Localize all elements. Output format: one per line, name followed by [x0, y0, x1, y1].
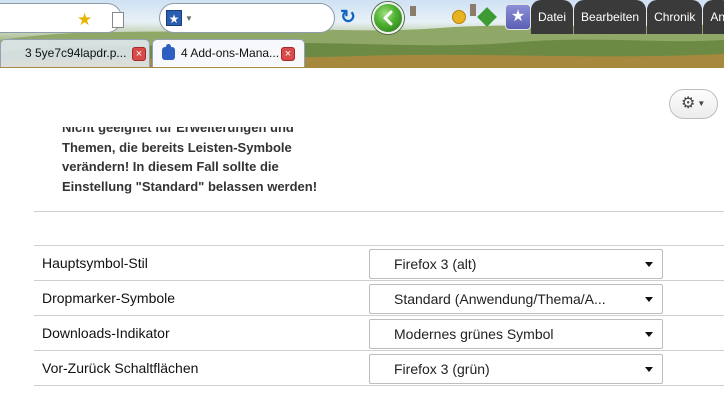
address-bar[interactable]: ★	[0, 3, 124, 33]
tab-strip: 3 5ye7c94lapdr.p... × 4 Add-ons-Mana... …	[0, 37, 724, 67]
select-value: Firefox 3 (alt)	[394, 256, 477, 272]
setting-row-dropmarker-symbole: Dropmarker-Symbole Standard (Anwendung/T…	[34, 280, 724, 315]
tab-label: 3 5ye7c94lapdr.p...	[25, 46, 127, 60]
menu-chronik[interactable]: Chronik	[647, 0, 703, 34]
search-input[interactable]: ★ ▼	[159, 3, 335, 33]
setting-row-vor-zurueck-schaltflaechen: Vor-Zurück Schaltflächen Firefox 3 (grün…	[34, 350, 724, 385]
dropmarker-symbole-select[interactable]: Standard (Anwendung/Thema/A...	[369, 284, 663, 314]
menu-datei[interactable]: Datei	[531, 0, 574, 34]
warning-line: Themen, die bereits Leisten-Symbole	[62, 139, 292, 155]
vor-zurueck-schaltflaechen-select[interactable]: Firefox 3 (grün)	[369, 354, 663, 384]
chevron-down-icon: ▼	[697, 99, 706, 108]
edit-page-icon[interactable]	[112, 12, 124, 28]
dropdown-arrow-icon	[645, 297, 653, 302]
addon-settings-page: ⚙ ▼ Nicht geeignet für Erweiterungen und …	[0, 68, 724, 409]
reload-icon[interactable]: ↻	[340, 8, 356, 27]
search-engine-button[interactable]: ★ ▼	[166, 8, 196, 28]
tab-label: 4 Add-ons-Mana...	[181, 46, 280, 60]
addon-icon[interactable]	[452, 10, 466, 24]
browser-toolbar: ★ ★ ▼ ↻ ★ Datei Bearbeiten Chronik An 3 …	[0, 0, 724, 68]
divider	[34, 385, 724, 386]
tab-5ye7c94lapdr[interactable]: 3 5ye7c94lapdr.p... ×	[0, 39, 150, 67]
bookmarks-menu-button[interactable]: ★	[505, 4, 531, 30]
search-engine-icon: ★	[166, 10, 182, 26]
back-button[interactable]	[372, 2, 404, 34]
hauptsymbol-stil-select[interactable]: Firefox 3 (alt)	[369, 249, 663, 279]
setting-label: Vor-Zurück Schaltflächen	[42, 360, 199, 376]
warning-line: verändern! In diesem Fall sollte die	[62, 159, 279, 174]
warning-line: Einstellung "Standard" belassen werden!	[62, 178, 318, 194]
dropdown-arrow-icon	[645, 367, 653, 372]
dropdown-arrow-icon	[645, 332, 653, 337]
chevron-down-icon: ▼	[185, 13, 193, 23]
puzzle-piece-icon	[162, 44, 175, 60]
menubar: Datei Bearbeiten Chronik An	[531, 0, 724, 36]
setting-row-hauptsymbol-stil: Hauptsymbol-Stil Firefox 3 (alt)	[34, 245, 724, 280]
downloads-indikator-select[interactable]: Modernes grünes Symbol	[369, 319, 663, 349]
setting-label: Downloads-Indikator	[42, 325, 170, 341]
select-value: Modernes grünes Symbol	[394, 326, 554, 342]
setting-row-downloads-indikator: Downloads-Indikator Modernes grünes Symb…	[34, 315, 724, 350]
dropdown-arrow-icon	[645, 262, 653, 267]
setting-label: Dropmarker-Symbole	[42, 290, 176, 306]
gear-icon: ⚙	[681, 95, 696, 112]
menu-bearbeiten[interactable]: Bearbeiten	[574, 0, 647, 34]
tab-addons-manager[interactable]: 4 Add-ons-Mana... ×	[152, 39, 305, 67]
setting-label: Hauptsymbol-Stil	[42, 255, 148, 271]
star-icon: ★	[510, 8, 526, 25]
back-arrow-icon	[383, 10, 393, 26]
select-value: Firefox 3 (grün)	[394, 361, 490, 377]
warning-line: Nicht geeignet für Erweiterungen und	[62, 127, 294, 135]
compatibility-warning: Nicht geeignet für Erweiterungen und The…	[62, 127, 362, 207]
divider	[34, 211, 724, 212]
close-icon[interactable]: ×	[281, 47, 295, 61]
select-value: Standard (Anwendung/Thema/A...	[394, 291, 606, 307]
menu-more[interactable]: An	[703, 0, 724, 34]
close-icon[interactable]: ×	[132, 47, 146, 61]
tools-menu-button[interactable]: ⚙ ▼	[669, 89, 718, 119]
bookmark-star-icon[interactable]: ★	[77, 11, 92, 28]
